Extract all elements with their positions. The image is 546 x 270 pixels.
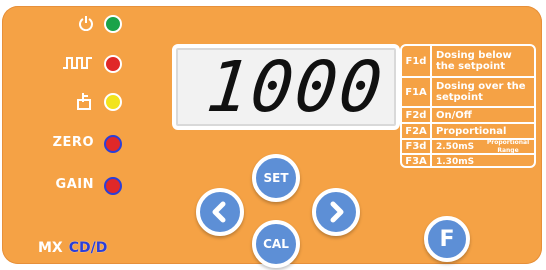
legend-code: F2d	[402, 108, 432, 122]
gain-label: GAIN	[55, 177, 94, 192]
brand-prefix: MX	[38, 240, 63, 256]
legend-row: F2d On/Off	[402, 106, 534, 122]
legend-desc: Dosing over the setpoint	[436, 81, 526, 103]
power-icon	[38, 12, 102, 34]
legend-code: F1d	[402, 46, 432, 76]
controller-panel: ZERO GAIN 1000 F1d Dosing below the setp…	[2, 6, 542, 268]
display-value: 1000	[203, 46, 389, 128]
indicator-zero: ZERO	[38, 132, 158, 154]
legend-desc: Proportional	[436, 125, 507, 137]
legend-row: F3A 1.30mS	[402, 153, 534, 168]
legend-row: F3d 2.50mS Proportional Range	[402, 138, 534, 154]
legend-desc: On/Off	[436, 109, 472, 121]
doser-led	[104, 93, 122, 111]
indicator-doser	[38, 90, 158, 112]
chevron-left-icon	[212, 201, 226, 223]
pulse-led	[104, 55, 122, 73]
legend-code: F2A	[402, 124, 432, 138]
legend-desc: 1.30mS	[436, 156, 475, 167]
f-button[interactable]: F	[424, 216, 470, 262]
legend-row: F2A Proportional	[402, 122, 534, 138]
legend-range: Proportional Range	[486, 138, 530, 154]
power-led	[104, 15, 122, 33]
set-button[interactable]: SET	[252, 154, 300, 202]
function-legend: F1d Dosing below the setpoint F1A Dosing…	[400, 44, 536, 168]
right-arrow-button[interactable]	[312, 188, 360, 236]
zero-led	[104, 135, 122, 153]
cal-button[interactable]: CAL	[252, 220, 300, 268]
indicator-power	[38, 12, 158, 34]
pulse-icon	[38, 52, 102, 74]
indicator-pulse	[38, 52, 158, 74]
legend-code: F3A	[402, 155, 432, 168]
brand-model: CD/D	[68, 240, 108, 256]
lcd-display: 1000	[172, 44, 400, 130]
legend-code: F3d	[402, 140, 432, 153]
legend-row: F1A Dosing over the setpoint	[402, 76, 534, 106]
legend-row: F1d Dosing below the setpoint	[402, 46, 534, 76]
left-arrow-button[interactable]	[196, 188, 244, 236]
brand-label: MX CD/D	[38, 240, 107, 260]
chevron-right-icon	[330, 201, 344, 223]
doser-icon	[38, 90, 102, 112]
indicator-gain: GAIN	[38, 174, 158, 196]
legend-desc: 2.50mS	[436, 141, 475, 152]
gain-led	[104, 177, 122, 195]
zero-label: ZERO	[52, 135, 94, 150]
legend-desc: Dosing below the setpoint	[436, 50, 512, 72]
legend-code: F1A	[402, 78, 432, 106]
